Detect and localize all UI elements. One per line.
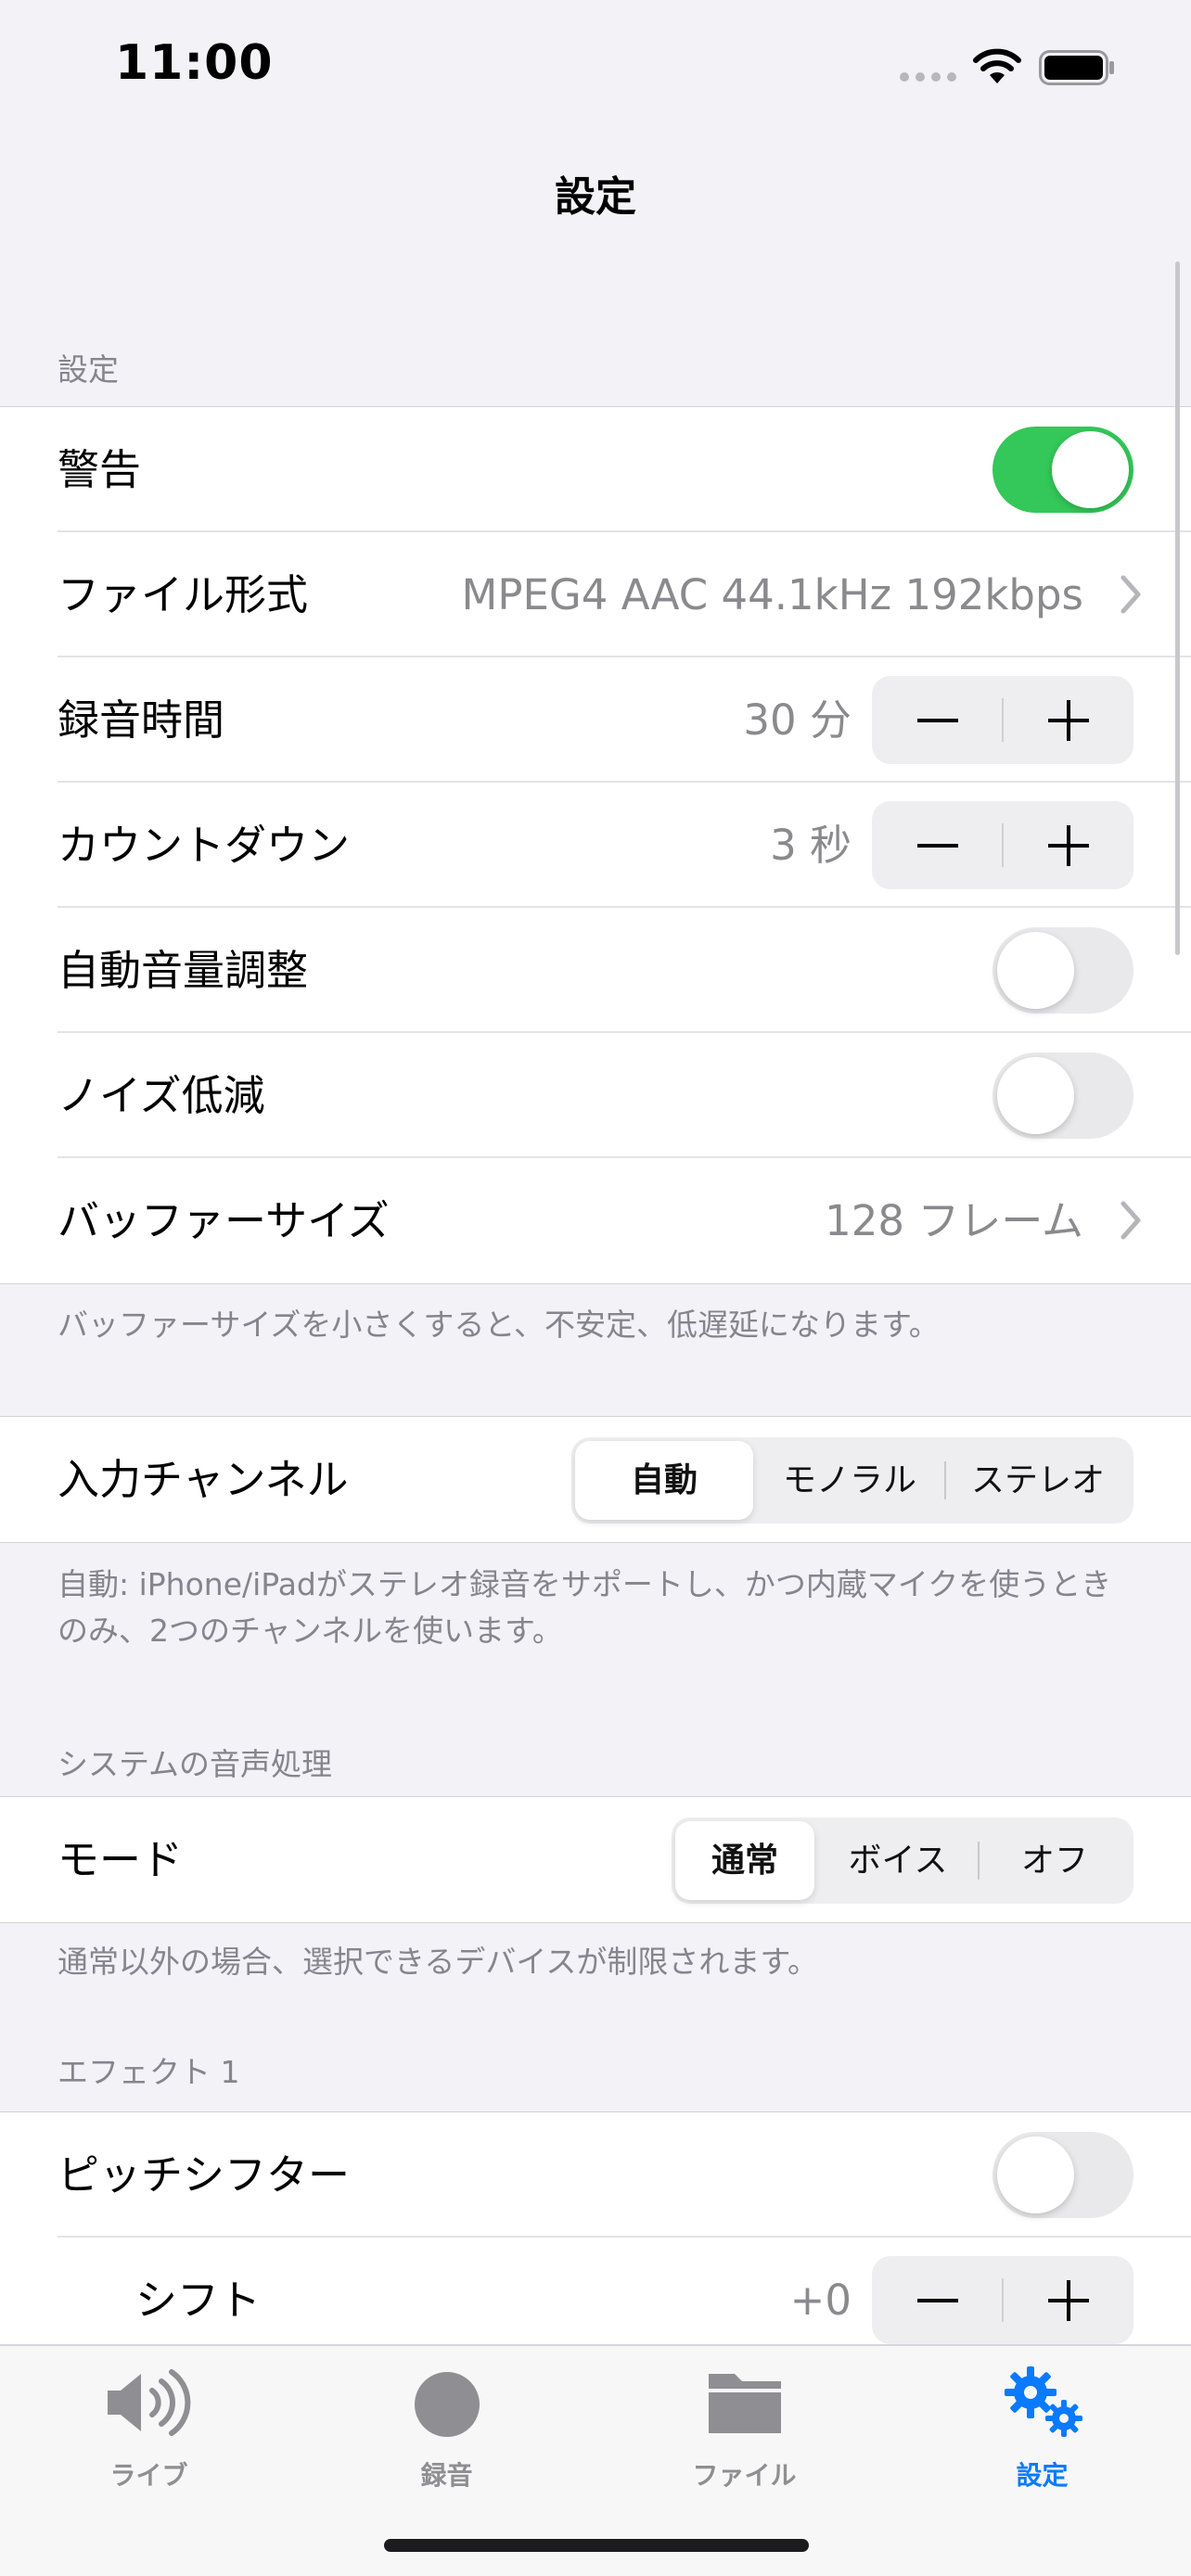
segment-off[interactable]: オフ — [980, 1821, 1130, 1900]
folder-icon — [708, 2374, 781, 2433]
buffer-size-footer: バッファーサイズを小さくすると、不安定、低遅延になります。 — [58, 1307, 940, 1343]
segment-voice[interactable]: ボイス — [820, 1821, 976, 1900]
segment-mono[interactable]: モノラル — [757, 1441, 942, 1520]
plus-icon — [1047, 2279, 1089, 2321]
rec-time-label: 録音時間 — [58, 695, 225, 745]
cellular-signal-icon — [900, 72, 956, 82]
auto-gain-row: 自動音量調整 — [0, 908, 1191, 1033]
shift-stepper[interactable] — [872, 2256, 1133, 2344]
settings-group: 警告 ファイル形式 MPEG4 AAC 44.1kHz 192kbps 録音時間… — [0, 406, 1191, 1284]
tab-settings-label: 設定 — [1016, 2460, 1069, 2491]
increment-button[interactable] — [1003, 801, 1133, 889]
countdown-stepper[interactable] — [872, 801, 1133, 889]
buffer-size-label: バッファーサイズ — [58, 1196, 390, 1245]
tab-record-label: 録音 — [420, 2460, 473, 2491]
page-title: 設定 — [555, 173, 636, 221]
countdown-row: カウントダウン 3 秒 — [0, 783, 1191, 908]
minus-icon — [916, 718, 958, 722]
increment-button[interactable] — [1003, 2256, 1133, 2344]
minus-icon — [916, 843, 958, 848]
file-format-value: MPEG4 AAC 44.1kHz 192kbps — [461, 570, 1084, 619]
decrement-button[interactable] — [872, 801, 1003, 889]
gears-icon — [1004, 2366, 1082, 2437]
system-audio-section-header: システムの音声処理 — [58, 1746, 333, 1782]
mode-row: モード 通常 ボイス オフ — [0, 1797, 1191, 1922]
effect1-group: ピッチシフター シフト +0 — [0, 2111, 1191, 2363]
input-channel-label: 入力チャンネル — [58, 1455, 349, 1504]
segment-stereo[interactable]: ステレオ — [946, 1441, 1130, 1520]
chevron-right-icon — [1121, 1201, 1141, 1240]
battery-icon — [1039, 50, 1114, 85]
input-channel-segmented-control[interactable]: 自動 モノラル ステレオ — [571, 1437, 1133, 1524]
tab-settings[interactable]: 設定 — [893, 2346, 1191, 2504]
mode-label: モード — [58, 1835, 184, 1884]
noise-reduction-label: ノイズ低減 — [58, 1071, 265, 1120]
record-circle-icon — [414, 2372, 480, 2437]
rec-time-stepper[interactable] — [872, 676, 1133, 764]
plus-icon — [1047, 824, 1089, 866]
toggle-knob — [997, 2136, 1074, 2213]
input-channel-footer: 自動: iPhone/iPadがステレオ録音をサポートし、かつ内蔵マイクを使うと… — [58, 1566, 1112, 1649]
chevron-right-icon — [1121, 575, 1141, 614]
tab-files-label: ファイル — [692, 2460, 797, 2491]
toggle-knob — [1052, 431, 1129, 508]
auto-gain-toggle[interactable] — [992, 927, 1133, 1014]
rec-time-value: 30 分 — [743, 695, 852, 745]
buffer-size-row[interactable]: バッファーサイズ 128 フレーム — [0, 1158, 1191, 1283]
toggle-knob — [997, 1057, 1074, 1134]
countdown-label: カウントダウン — [58, 821, 351, 870]
input-channel-row: 入力チャンネル 自動 モノラル ステレオ — [0, 1417, 1191, 1542]
home-indicator[interactable] — [384, 2539, 809, 2552]
decrement-button[interactable] — [872, 2256, 1003, 2344]
noise-reduction-toggle[interactable] — [992, 1052, 1133, 1139]
system-audio-footer: 通常以外の場合、選択できるデバイスが制限されます。 — [58, 1944, 819, 1980]
status-bar: 11:00 — [0, 0, 1191, 139]
tab-live-label: ライブ — [109, 2460, 188, 2491]
minus-icon — [916, 2298, 958, 2302]
rec-time-row: 録音時間 30 分 — [0, 657, 1191, 783]
alert-toggle[interactable] — [992, 427, 1133, 513]
buffer-size-value: 128 フレーム — [825, 1196, 1083, 1245]
effect1-section-header: エフェクト 1 — [58, 2054, 240, 2090]
tab-record[interactable]: 録音 — [298, 2346, 596, 2504]
pitch-shifter-label: ピッチシフター — [58, 2150, 351, 2200]
speaker-wave-icon — [107, 2369, 190, 2436]
alert-label: 警告 — [58, 445, 142, 494]
pitch-shifter-toggle[interactable] — [992, 2132, 1133, 2218]
file-format-row[interactable]: ファイル形式 MPEG4 AAC 44.1kHz 192kbps — [0, 532, 1191, 657]
wifi-icon — [973, 48, 1021, 83]
status-time: 11:00 — [115, 35, 274, 91]
segment-auto[interactable]: 自動 — [575, 1441, 753, 1520]
countdown-value: 3 秒 — [770, 821, 852, 870]
system-audio-group: モード 通常 ボイス オフ — [0, 1796, 1191, 1923]
alert-row: 警告 — [0, 407, 1191, 532]
decrement-button[interactable] — [872, 676, 1003, 764]
segment-normal[interactable]: 通常 — [675, 1821, 814, 1900]
input-channel-group: 入力チャンネル 自動 モノラル ステレオ — [0, 1416, 1191, 1543]
scrollbar[interactable] — [1175, 261, 1180, 955]
increment-button[interactable] — [1003, 676, 1133, 764]
tab-files[interactable]: ファイル — [596, 2346, 893, 2504]
pitch-shifter-row: ピッチシフター — [0, 2112, 1191, 2238]
auto-gain-label: 自動音量調整 — [58, 946, 309, 995]
noise-reduction-row: ノイズ低減 — [0, 1033, 1191, 1158]
toggle-knob — [997, 932, 1074, 1009]
mode-segmented-control[interactable]: 通常 ボイス オフ — [672, 1817, 1133, 1904]
file-format-label: ファイル形式 — [58, 570, 309, 619]
tab-live[interactable]: ライブ — [0, 2346, 298, 2504]
plus-icon — [1047, 699, 1089, 741]
settings-section-header: 設定 — [58, 351, 119, 388]
